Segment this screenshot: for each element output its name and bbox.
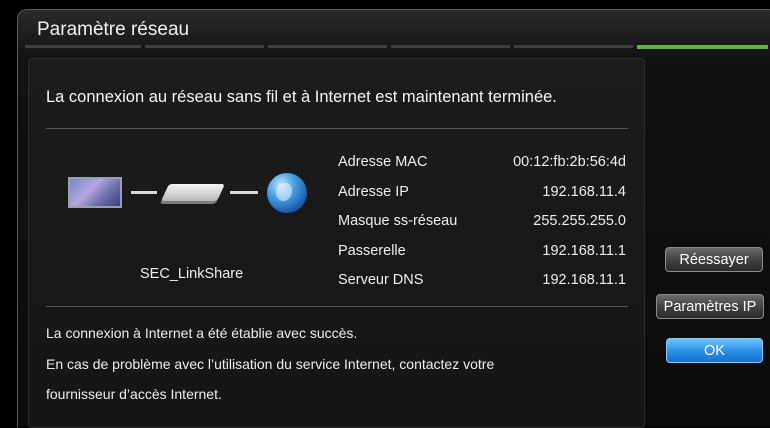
connection-line — [131, 191, 157, 194]
progress-step — [268, 45, 387, 48]
ip-address-value: 192.168.11.4 — [542, 184, 626, 200]
dns-server-label: Serveur DNS — [338, 272, 424, 288]
success-message: La connexion à Internet a été établie av… — [46, 325, 358, 341]
gateway-label: Passerelle — [338, 243, 406, 259]
connection-line — [230, 191, 258, 194]
progress-step-current — [637, 45, 768, 49]
help-message-line-1: En cas de problème avec l’utilisation du… — [46, 356, 495, 372]
divider-bottom — [46, 306, 628, 307]
ip-address-label: Adresse IP — [338, 184, 409, 200]
globe-icon — [267, 173, 307, 213]
subnet-mask-value: 255.255.255.0 — [533, 213, 626, 229]
progress-step — [25, 45, 141, 48]
ip-settings-button[interactable]: Paramètres IP — [656, 294, 764, 319]
completion-headline: La connexion au réseau sans fil et à Int… — [46, 88, 557, 106]
gateway-value: 192.168.11.1 — [542, 243, 626, 259]
divider-top — [46, 128, 628, 129]
progress-step — [514, 45, 633, 48]
retry-button[interactable]: Réessayer — [665, 247, 763, 272]
tv-icon — [68, 177, 122, 208]
mac-address-value: 00:12:fb:2b:56:4d — [513, 154, 626, 170]
help-message-line-2: fournisseur d’accès Internet. — [46, 386, 222, 402]
mac-address-label: Adresse MAC — [338, 154, 428, 170]
ok-button[interactable]: OK — [666, 338, 763, 363]
dialog-title: Paramètre réseau — [37, 19, 190, 40]
subnet-mask-label: Masque ss-réseau — [338, 213, 458, 229]
progress-steps — [25, 45, 768, 49]
router-icon — [161, 184, 225, 201]
network-name: SEC_LinkShare — [140, 266, 244, 282]
progress-step — [391, 45, 510, 48]
dns-server-value: 192.168.11.1 — [542, 272, 626, 288]
progress-step — [145, 45, 264, 48]
